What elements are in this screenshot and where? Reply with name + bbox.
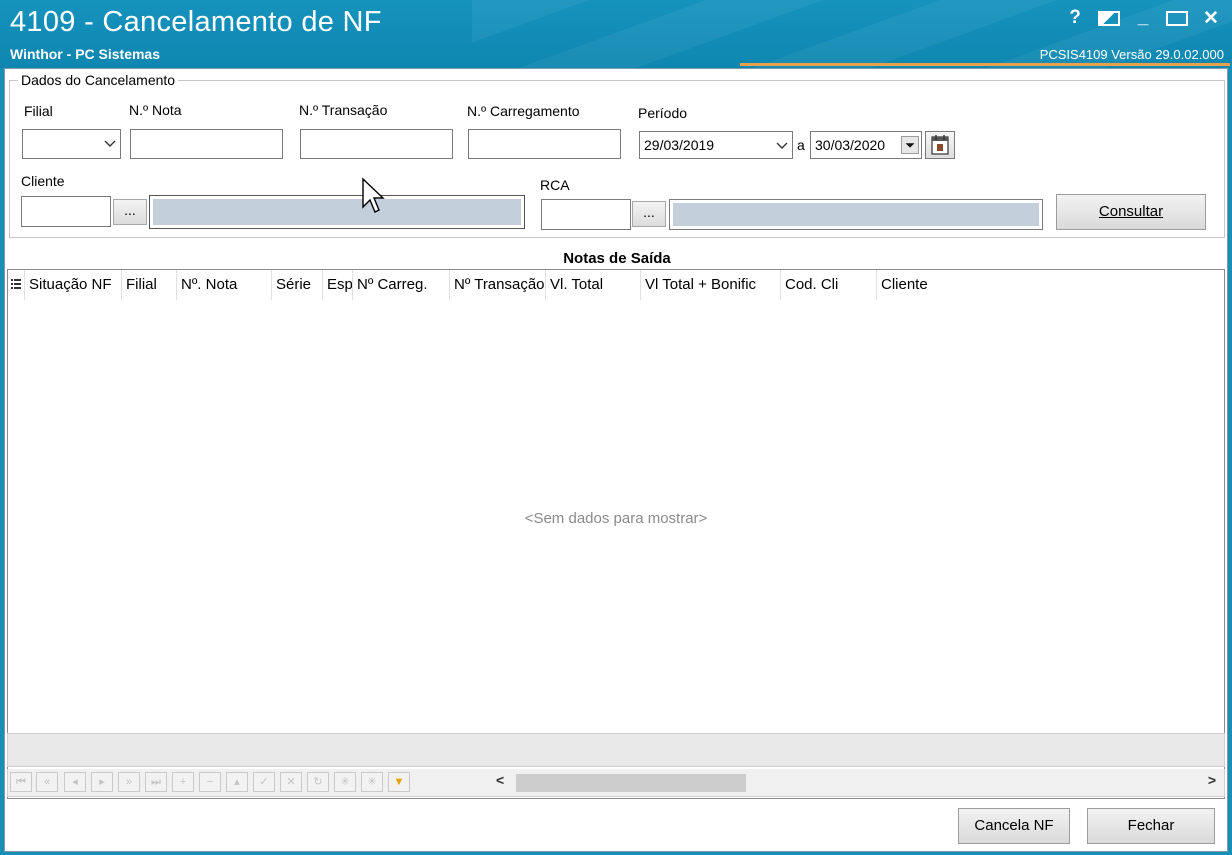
version-label: PCSIS4109 Versão 29.0.02.000 (1039, 47, 1224, 62)
goto-bookmark-icon[interactable]: ✳ (361, 772, 383, 792)
first-page-icon[interactable]: ⏮ (10, 772, 32, 792)
cliente-label: Cliente (21, 173, 65, 189)
carregamento-input[interactable] (468, 129, 621, 159)
grid-summary-bar (7, 733, 1225, 767)
fechar-label: Fechar (1127, 817, 1175, 834)
prev-record-icon[interactable]: ◂ (64, 772, 86, 792)
consultar-label: Consultar (1098, 203, 1164, 220)
help-button[interactable]: ? (1064, 7, 1086, 32)
rca-label: RCA (540, 177, 570, 193)
periodo-start-value: 29/03/2019 (644, 137, 715, 153)
grid-title: Notas de Saída (563, 250, 671, 267)
col-nota[interactable]: Nº. Nota (177, 270, 272, 300)
periodo-start-select[interactable]: 29/03/2019 (639, 131, 793, 159)
next-record-icon[interactable]: ▸ (91, 772, 113, 792)
grid-header: Situação NF Filial Nº. Nota Série Esp Nº… (8, 270, 1224, 300)
periodo-end-select[interactable]: 30/03/2020 (810, 131, 922, 159)
periodo-end-value: 30/03/2020 (815, 137, 886, 153)
prev-page-icon[interactable]: « (36, 772, 58, 792)
calendar-button[interactable] (925, 131, 955, 159)
consultar-button[interactable]: Consultar (1056, 194, 1206, 230)
maximize-icon[interactable] (1166, 7, 1188, 32)
mouse-cursor-icon (362, 177, 385, 213)
title-bar: 4109 - Cancelamento de NF Winthor - PC S… (0, 0, 1232, 68)
transacao-input[interactable] (300, 129, 453, 159)
cliente-name-display (153, 199, 521, 225)
accent-line (740, 63, 1230, 66)
next-page-icon[interactable]: » (118, 772, 140, 792)
post-icon[interactable]: ✓ (253, 772, 275, 792)
window-title: 4109 - Cancelamento de NF (10, 6, 382, 38)
cliente-code-input[interactable] (21, 196, 111, 227)
rca-code-input[interactable] (541, 199, 631, 230)
col-situacao[interactable]: Situação NF (25, 270, 122, 300)
calendar-icon (931, 135, 949, 155)
bookmark-icon[interactable]: ✳ (334, 772, 356, 792)
cancela-nf-button[interactable]: Cancela NF (958, 808, 1070, 844)
delete-icon[interactable]: − (199, 772, 221, 792)
group-title: Dados do Cancelamento (18, 72, 179, 88)
rca-name-frame (669, 199, 1043, 230)
caret-down-icon (901, 136, 919, 154)
minimize-button[interactable]: _ (1132, 7, 1154, 32)
rca-lookup-button[interactable]: ... (632, 201, 666, 227)
col-cod-cli[interactable]: Cod. Cli (781, 270, 877, 300)
col-carreg[interactable]: Nº Carreg. (353, 270, 450, 300)
window-controls: ? _ ✕ (1064, 7, 1222, 32)
grid-navigator: ⏮ « ◂ ▸ » ⏭ + − ▴ ✓ ✕ ↻ ✳ ✳ ▼ < > (7, 769, 1225, 797)
carregamento-label: N.º Carregamento (467, 103, 580, 119)
scroll-right-icon[interactable]: > (1208, 772, 1216, 788)
cliente-lookup-button[interactable]: ... (113, 199, 147, 225)
horizontal-scrollbar[interactable]: < > (488, 772, 1222, 794)
periodo-separator: a (797, 137, 805, 153)
col-vl-total[interactable]: Vl. Total (546, 270, 641, 300)
main-panel: Dados do Cancelamento Filial N.º Nota N.… (4, 68, 1228, 852)
cancel-icon[interactable]: ✕ (280, 772, 302, 792)
nota-input[interactable] (130, 129, 283, 159)
last-page-icon[interactable]: ⏭ (145, 772, 167, 792)
edit-icon[interactable]: ▴ (226, 772, 248, 792)
column-chooser-icon[interactable] (8, 270, 25, 300)
col-cliente[interactable]: Cliente (877, 270, 1222, 300)
chevron-down-icon (104, 140, 116, 147)
col-filial[interactable]: Filial (122, 270, 177, 300)
restore-icon[interactable] (1098, 7, 1120, 32)
rca-name-display (673, 203, 1039, 226)
filter-icon[interactable]: ▼ (388, 772, 410, 792)
filial-label: Filial (24, 103, 53, 119)
col-esp[interactable]: Esp (323, 270, 353, 300)
filial-select[interactable] (22, 129, 121, 159)
chevron-down-icon (776, 142, 788, 149)
col-serie[interactable]: Série (272, 270, 323, 300)
window-subtitle: Winthor - PC Sistemas (10, 46, 161, 62)
refresh-icon[interactable]: ↻ (307, 772, 329, 792)
periodo-label: Período (638, 105, 688, 121)
nota-label: N.º Nota (129, 102, 182, 118)
fechar-button[interactable]: Fechar (1087, 808, 1215, 844)
close-button[interactable]: ✕ (1200, 7, 1222, 32)
insert-icon[interactable]: + (172, 772, 194, 792)
cancela-nf-label: Cancela NF (974, 817, 1054, 834)
transacao-label: N.º Transação (299, 102, 388, 118)
empty-message: <Sem dados para mostrar> (524, 510, 708, 527)
scroll-thumb[interactable] (516, 774, 746, 792)
scroll-left-icon[interactable]: < (496, 772, 504, 788)
cliente-name-frame (149, 195, 525, 229)
col-transacao[interactable]: Nº Transação (450, 270, 546, 300)
notas-grid[interactable]: Situação NF Filial Nº. Nota Série Esp Nº… (7, 269, 1225, 799)
col-vl-total-bonific[interactable]: Vl Total + Bonific (641, 270, 781, 300)
